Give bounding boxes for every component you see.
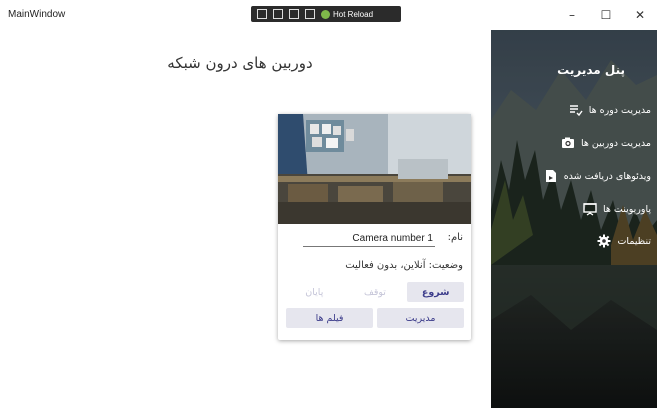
stop-button[interactable]: پایان <box>286 282 343 302</box>
sidebar-item-label: پاورپوینت ها <box>602 203 651 215</box>
window-controls: – ☐ ✕ <box>555 0 657 30</box>
camera-icon <box>561 136 575 150</box>
sidebar-item-label: مدیریت دوربین ها <box>580 137 651 149</box>
hot-reload-indicator[interactable]: Hot Reload <box>321 9 374 19</box>
action-button-row: مدیریت فیلم ها <box>286 308 464 328</box>
admin-panel-title: پنل مدیریت <box>557 63 625 77</box>
hot-reload-icon <box>321 9 330 19</box>
close-button[interactable]: ✕ <box>623 0 657 30</box>
select-element-icon[interactable] <box>257 9 267 19</box>
presentation-icon <box>583 202 597 216</box>
window-title: MainWindow <box>8 9 66 20</box>
pause-button[interactable]: توقف <box>347 282 404 302</box>
maximize-button[interactable]: ☐ <box>589 0 623 30</box>
sidebar-item-label: تنظیمات <box>617 235 651 247</box>
camera-card: نام: وضعیت: آنلاین، بدون فعالیت شروع توق… <box>278 114 471 340</box>
sidebar-item-label: مدیریت دوره ها <box>588 104 651 116</box>
sidebar-item-settings[interactable]: تنظیمات <box>597 232 651 250</box>
camera-preview-image <box>278 114 471 224</box>
sidebar-item-manage-cameras[interactable]: مدیریت دوربین ها <box>561 134 651 152</box>
sidebar-item-manage-courses[interactable]: مدیریت دوره ها <box>569 101 651 119</box>
accessibility-icon[interactable] <box>305 9 315 19</box>
manage-button[interactable]: مدیریت <box>377 308 464 328</box>
start-button[interactable]: شروع <box>407 282 464 302</box>
camera-name-label: نام: <box>447 232 463 243</box>
playlist-check-icon <box>569 103 583 117</box>
video-file-icon <box>544 169 558 183</box>
minimize-button[interactable]: – <box>555 0 589 30</box>
debug-toolbar: Hot Reload <box>251 6 401 22</box>
films-button[interactable]: فیلم ها <box>286 308 373 328</box>
control-button-row: شروع توقف پایان <box>286 282 464 302</box>
title-bar: MainWindow Hot Reload – ☐ ✕ <box>0 0 657 30</box>
page-title: دوربین های درون شبکه <box>167 54 313 72</box>
lake-background-image <box>491 30 657 408</box>
camera-name-row: نام: <box>303 231 463 247</box>
display-layout-icon[interactable] <box>273 9 283 19</box>
admin-side-panel: پنل مدیریت مدیریت دوره ها مدیریت دوربین … <box>491 30 657 408</box>
camera-status-text: وضعیت: آنلاین، بدون فعالیت <box>345 260 463 271</box>
track-focus-icon[interactable] <box>289 9 299 19</box>
gear-icon <box>597 234 611 248</box>
sidebar-item-received-videos[interactable]: ویدئوهای دریافت شده <box>544 167 651 185</box>
sidebar-item-label: ویدئوهای دریافت شده <box>563 170 651 182</box>
camera-name-input[interactable] <box>303 231 435 247</box>
sidebar-item-powerpoints[interactable]: پاورپوینت ها <box>583 200 651 218</box>
hot-reload-label: Hot Reload <box>333 9 374 19</box>
